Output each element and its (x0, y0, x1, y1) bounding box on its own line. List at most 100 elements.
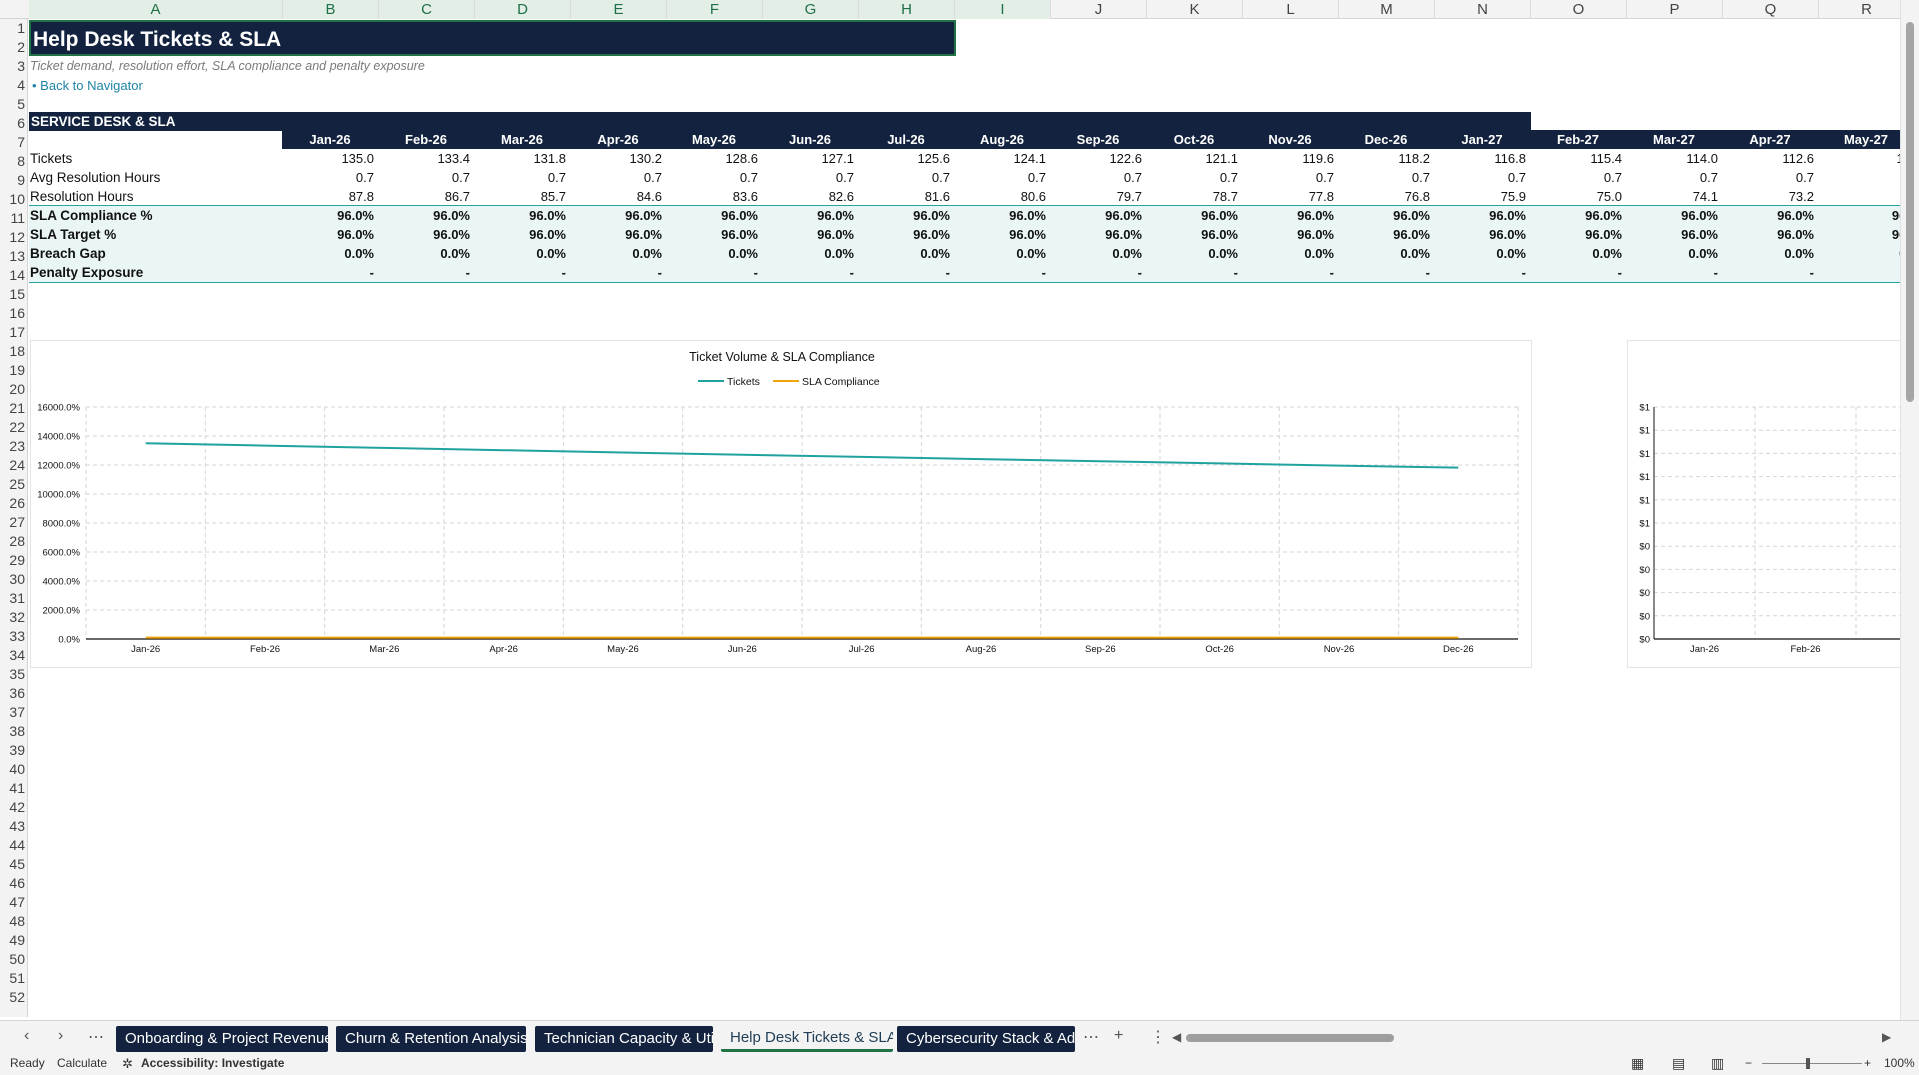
data-cell[interactable]: 130.2 (570, 149, 662, 168)
data-cell[interactable]: 118.2 (1338, 149, 1430, 168)
column-header-l[interactable]: L (1243, 0, 1339, 19)
column-header-d[interactable]: D (475, 0, 571, 19)
column-header-i[interactable]: I (955, 0, 1051, 19)
row-header-11[interactable]: 11 (0, 209, 28, 228)
column-header-b[interactable]: B (283, 0, 379, 19)
data-cell[interactable]: 78.7 (1146, 187, 1238, 206)
data-cell[interactable]: 96.0% (1626, 206, 1718, 225)
data-cell[interactable]: 7 (1818, 187, 1900, 206)
data-cell[interactable]: 128.6 (666, 149, 758, 168)
data-cell[interactable]: 96.0% (1434, 206, 1526, 225)
row-header-6[interactable]: 6 (0, 114, 28, 133)
row-label[interactable]: Breach Gap (30, 244, 106, 263)
data-cell[interactable]: 75.9 (1434, 187, 1526, 206)
month-header[interactable]: Jan-27 (1434, 130, 1530, 149)
row-label[interactable]: Avg Resolution Hours (30, 168, 160, 187)
data-cell[interactable]: 125.6 (858, 149, 950, 168)
data-cell[interactable]: 0.7 (1242, 168, 1334, 187)
data-cell[interactable]: 112.6 (1722, 149, 1814, 168)
data-cell[interactable]: 114.0 (1626, 149, 1718, 168)
row-header-27[interactable]: 27 (0, 513, 28, 532)
data-cell[interactable]: 0.0% (1242, 244, 1334, 263)
column-header-c[interactable]: C (379, 0, 475, 19)
column-header-n[interactable]: N (1435, 0, 1531, 19)
data-cell[interactable]: 96.0% (1146, 206, 1238, 225)
data-cell[interactable]: - (1146, 263, 1238, 282)
data-cell[interactable]: 73.2 (1722, 187, 1814, 206)
row-header-35[interactable]: 35 (0, 665, 28, 684)
data-cell[interactable]: 0.0% (858, 244, 950, 263)
data-cell[interactable]: 96.0% (1722, 225, 1814, 244)
data-cell[interactable]: 0.0% (1338, 244, 1430, 263)
data-cell[interactable]: 0.7 (1434, 168, 1526, 187)
data-cell[interactable]: 96.0% (954, 225, 1046, 244)
row-header-16[interactable]: 16 (0, 304, 28, 323)
data-cell[interactable]: 0.7 (1146, 168, 1238, 187)
data-cell[interactable]: 96. (1818, 206, 1900, 225)
row-header-22[interactable]: 22 (0, 418, 28, 437)
data-cell[interactable]: 0.0% (282, 244, 374, 263)
data-cell[interactable]: - (1722, 263, 1814, 282)
row-header-28[interactable]: 28 (0, 532, 28, 551)
data-cell[interactable]: 0. (1818, 244, 1900, 263)
sheet-title-cell[interactable]: Help Desk Tickets & SLA (29, 20, 956, 56)
row-label[interactable]: SLA Compliance % (30, 206, 153, 225)
data-cell[interactable]: 84.6 (570, 187, 662, 206)
more-sheets-icon[interactable]: ⋯ (88, 1027, 104, 1047)
normal-view-icon[interactable]: ▦ (1631, 1052, 1644, 1075)
data-cell[interactable]: - (1626, 263, 1718, 282)
row-header-37[interactable]: 37 (0, 703, 28, 722)
month-header[interactable]: Jun-26 (762, 130, 858, 149)
page-layout-icon[interactable]: ▤ (1672, 1052, 1685, 1075)
month-header[interactable]: Apr-27 (1722, 130, 1818, 149)
month-header[interactable]: Dec-26 (1338, 130, 1434, 149)
month-header[interactable]: Jul-26 (858, 130, 954, 149)
row-header-44[interactable]: 44 (0, 836, 28, 855)
data-cell[interactable]: 0.7 (1626, 168, 1718, 187)
row-header-10[interactable]: 10 (0, 190, 28, 209)
data-cell[interactable]: 127.1 (762, 149, 854, 168)
row-header-39[interactable]: 39 (0, 741, 28, 760)
data-cell[interactable]: 96.0% (282, 206, 374, 225)
accessibility-status[interactable]: Accessibility: Investigate (141, 1052, 284, 1075)
data-cell[interactable]: 96.0% (474, 225, 566, 244)
data-cell[interactable]: 96.0% (1146, 225, 1238, 244)
data-cell[interactable]: 135.0 (282, 149, 374, 168)
row-header-17[interactable]: 17 (0, 323, 28, 342)
data-cell[interactable]: 77.8 (1242, 187, 1334, 206)
data-cell[interactable]: 0.7 (954, 168, 1046, 187)
row-label[interactable]: Tickets (30, 149, 72, 168)
scroll-left-icon[interactable]: ◀ (1172, 1030, 1181, 1044)
row-header-41[interactable]: 41 (0, 779, 28, 798)
sheet-tab[interactable]: Help Desk Tickets & SLA (721, 1026, 893, 1052)
data-cell[interactable]: 0.0% (666, 244, 758, 263)
data-cell[interactable]: 96.0% (1722, 206, 1814, 225)
scroll-right-icon[interactable]: ▶ (1882, 1030, 1891, 1044)
data-cell[interactable]: 0.7 (858, 168, 950, 187)
row-header-45[interactable]: 45 (0, 855, 28, 874)
data-cell[interactable]: 96.0% (282, 225, 374, 244)
data-cell[interactable]: 96.0% (1338, 206, 1430, 225)
data-cell[interactable]: 0.7 (570, 168, 662, 187)
data-cell[interactable]: 96.0% (1338, 225, 1430, 244)
data-cell[interactable]: 0.7 (1530, 168, 1622, 187)
row-header-15[interactable]: 15 (0, 285, 28, 304)
data-cell[interactable]: - (474, 263, 566, 282)
back-to-navigator-link[interactable]: • Back to Navigator (32, 76, 143, 95)
data-cell[interactable]: 0.7 (1050, 168, 1142, 187)
more-tabs-icon[interactable]: ⋯ (1083, 1027, 1099, 1047)
data-cell[interactable]: 131.8 (474, 149, 566, 168)
row-header-5[interactable]: 5 (0, 95, 28, 114)
row-header-34[interactable]: 34 (0, 646, 28, 665)
vertical-scrollbar[interactable] (1900, 0, 1919, 1020)
data-cell[interactable]: 0.7 (1338, 168, 1430, 187)
data-cell[interactable]: 96.0% (762, 206, 854, 225)
data-cell[interactable]: 96.0% (570, 206, 662, 225)
row-header-50[interactable]: 50 (0, 950, 28, 969)
add-sheet-icon[interactable]: + (1114, 1027, 1123, 1045)
data-cell[interactable]: 96.0% (858, 206, 950, 225)
data-cell[interactable]: 96.0% (1050, 206, 1142, 225)
zoom-slider-thumb[interactable] (1806, 1058, 1810, 1069)
row-header-12[interactable]: 12 (0, 228, 28, 247)
data-cell[interactable]: 96.0% (1242, 225, 1334, 244)
